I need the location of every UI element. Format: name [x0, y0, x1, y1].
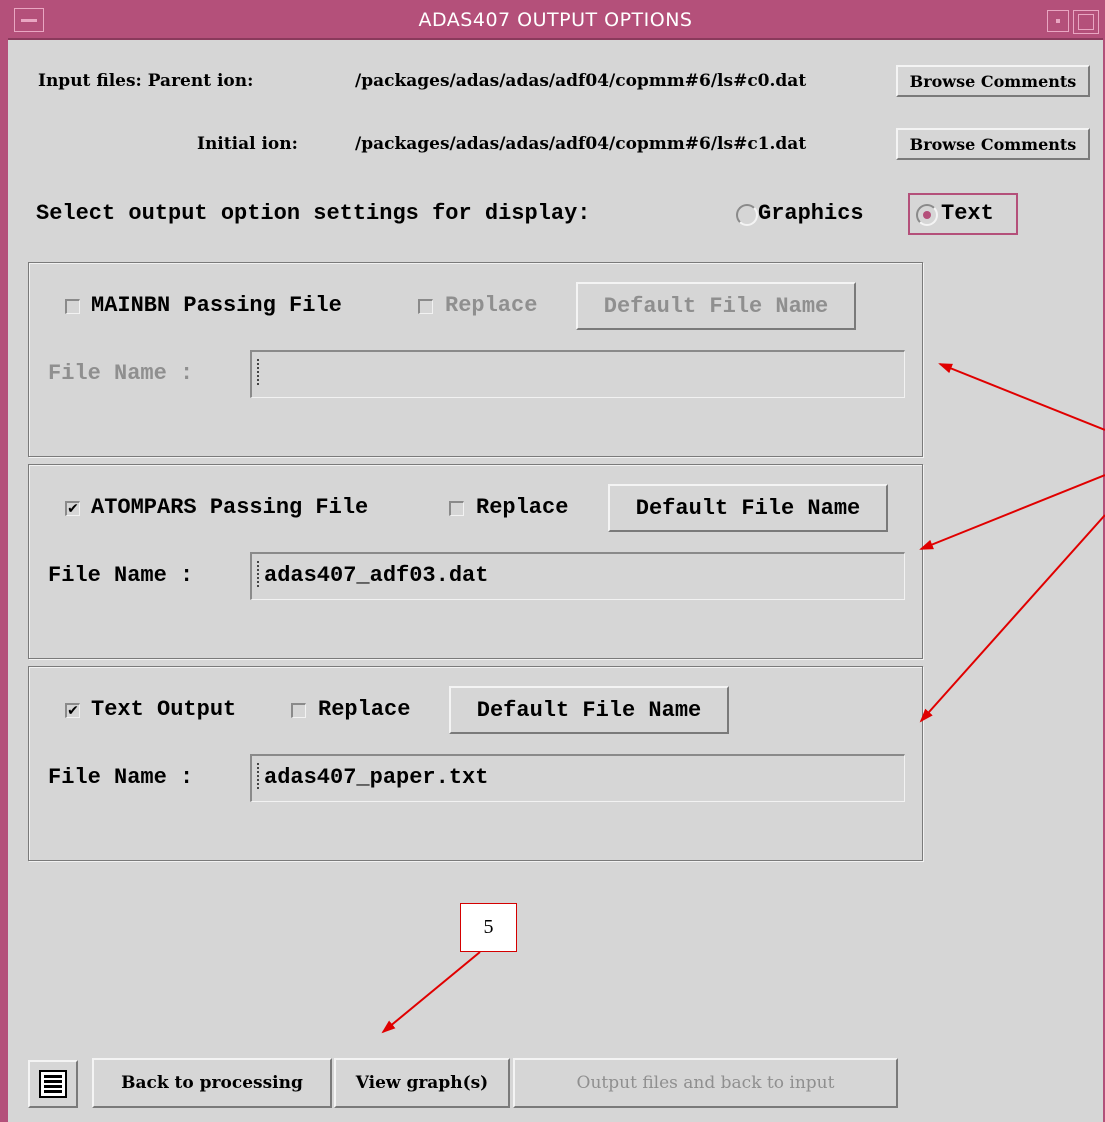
arrow-to-view-graphs	[381, 951, 481, 1034]
arrow-to-atompars	[919, 474, 1105, 550]
arrow-to-mainbn	[938, 363, 1105, 431]
arrow-to-text-output	[919, 514, 1105, 723]
annotation-arrows	[381, 363, 1105, 1034]
